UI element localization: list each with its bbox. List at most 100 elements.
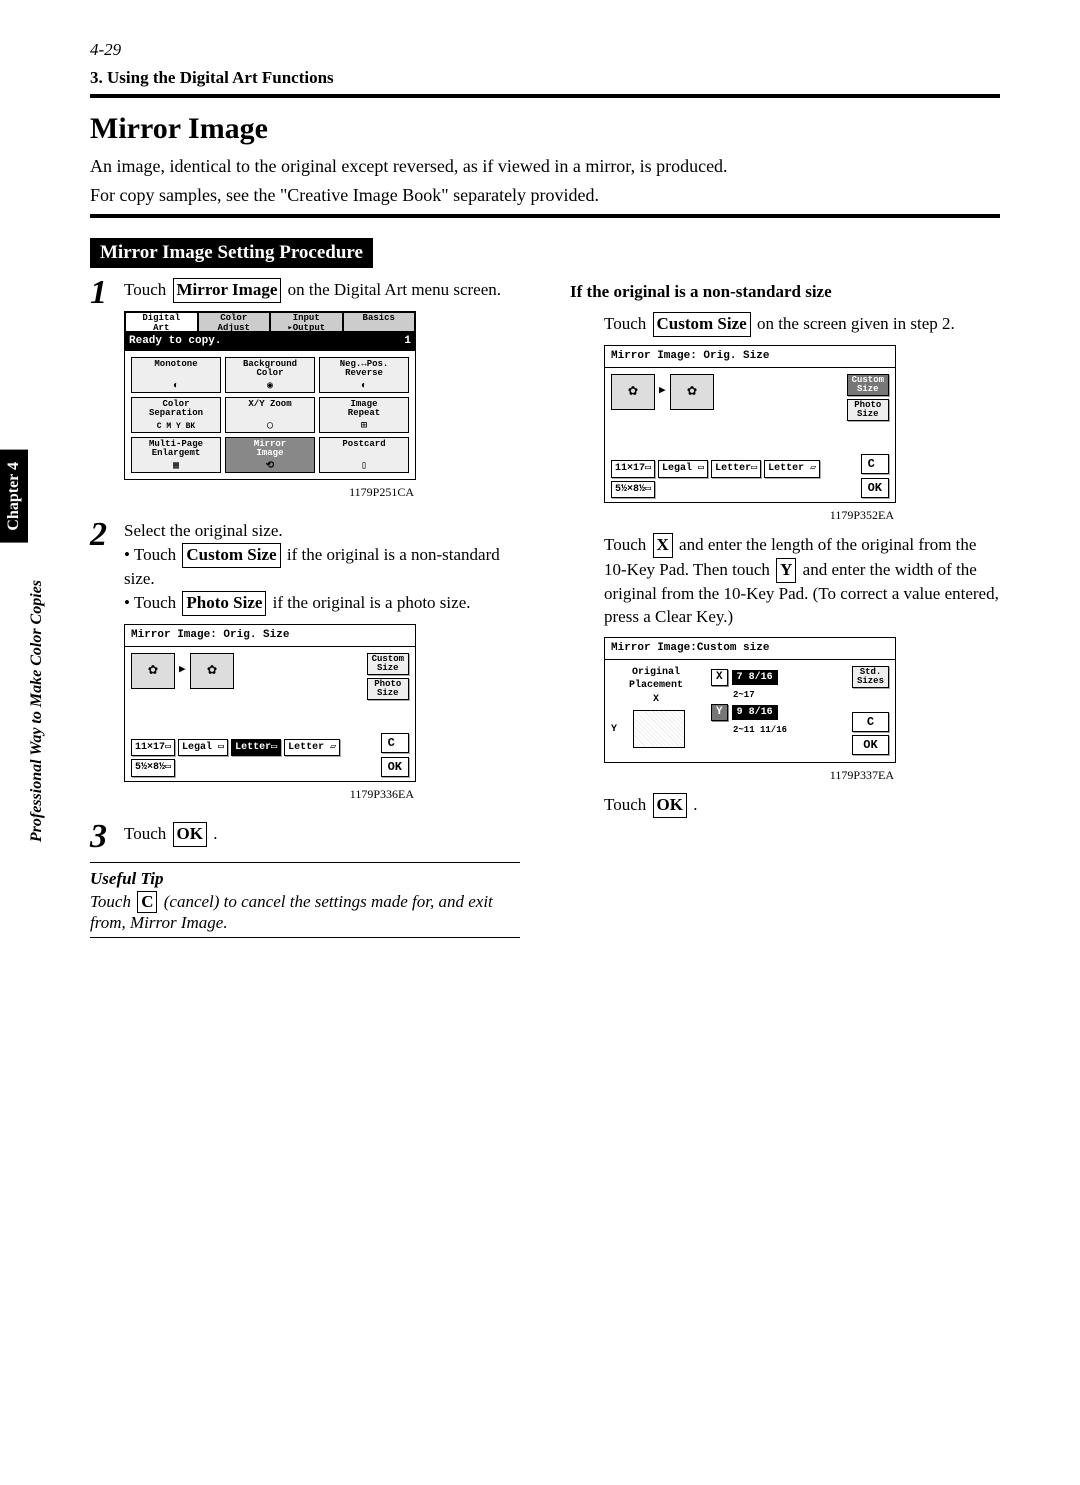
figure-caption: 1179P336EA [124,786,414,802]
screen-title: Mirror Image:Custom size [605,638,895,660]
step-text: on the Digital Art menu screen. [283,280,501,299]
step-number: 1 [90,278,124,510]
step-2: 2 Select the original size. • Touch Cust… [90,520,520,812]
y-range: 2~11 11/16 [733,724,787,736]
intro-text: For copy samples, see the "Creative Imag… [90,185,1000,206]
photo-size-button[interactable]: Photo Size [182,591,266,616]
procedure-header: Mirror Image Setting Procedure [90,238,373,268]
step-1: 1 Touch Mirror Image on the Digital Art … [90,278,520,510]
ok-button[interactable]: OK [852,735,889,755]
size-letter-portrait[interactable]: Letter ▱ [764,460,820,478]
arrow-icon: ▶ [659,384,666,399]
divider [90,94,1000,98]
text: on the screen given in step 2. [753,314,955,333]
size-letter-portrait[interactable]: Letter ▱ [284,739,340,757]
size-11x17[interactable]: 11×17▭ [131,739,175,757]
ok-button[interactable]: OK [381,757,409,777]
size-legal[interactable]: Legal ▭ [658,460,708,478]
size-invoice[interactable]: 5½×8½▭ [131,759,175,777]
preview: ✿ ▶ ✿ [131,653,234,689]
y-button[interactable]: Y [776,558,796,583]
tab-digital-art[interactable]: DigitalArt [125,312,198,332]
page-number: 4-29 [90,40,1000,60]
custom-size-screen: Mirror Image:Custom size OriginalPlaceme… [604,637,896,763]
cancel-button[interactable]: C [381,733,409,753]
multipage-enlarge-button[interactable]: Multi-PageEnlargemt▦ [131,437,221,473]
x-button[interactable]: X [653,533,673,558]
useful-tip-body: Touch C (cancel) to cancel the settings … [90,891,520,933]
text: Touch [604,314,651,333]
custom-size-button[interactable]: Custom Size [653,312,751,337]
figure-caption: 1179P337EA [604,767,894,783]
cancel-button[interactable]: C [137,891,157,913]
step-text: . [209,824,218,843]
screen-title: Mirror Image: Orig. Size [125,625,415,647]
mirror-image-button[interactable]: Mirror Image [173,278,282,303]
ok-button[interactable]: OK [861,478,889,498]
step-text: Touch [124,280,171,299]
status-text: Ready to copy. [129,334,221,349]
tab-color-adjust[interactable]: ColorAdjust [198,312,271,332]
text: . [689,795,698,814]
preview: ✿ ▶ ✿ [611,374,714,410]
custom-size-button[interactable]: CustomSize [847,374,889,396]
step-number: 3 [90,822,124,852]
right-column: If the original is a non-standard size T… [570,278,1000,942]
placement-label: OriginalPlacement [611,666,701,693]
figure-caption: 1179P352EA [604,507,894,523]
image-repeat-button[interactable]: ImageRepeat⊞ [319,397,409,433]
step-text: Touch [124,824,171,843]
screen-title: Mirror Image: Orig. Size [605,346,895,368]
divider [90,937,520,938]
breadcrumb: 3. Using the Digital Art Functions [90,68,1000,88]
mirror-thumb: ✿ [190,653,234,689]
size-invoice[interactable]: 5½×8½▭ [611,481,655,499]
status-num: 1 [404,334,411,349]
text: Touch [604,535,651,554]
y-button[interactable]: Y [711,704,728,721]
x-button[interactable]: X [711,669,728,686]
photo-size-button[interactable]: PhotoSize [367,678,409,700]
chapter-tab: Chapter 4 [0,450,28,543]
ok-button[interactable]: OK [173,822,207,847]
size-11x17[interactable]: 11×17▭ [611,460,655,478]
step-text: if the original is a photo size. [268,593,470,612]
std-sizes-button[interactable]: Std.Sizes [852,666,889,688]
step-text: • Touch [124,593,180,612]
arrow-icon: ▶ [179,663,186,678]
color-separation-button[interactable]: ColorSeparationC M Y BK [131,397,221,433]
original-thumb: ✿ [611,374,655,410]
useful-tip-title: Useful Tip [90,869,520,889]
x-value: 7 8/16 [732,670,778,686]
orig-size-screen-custom: Mirror Image: Orig. Size ✿ ▶ ✿ CustomSiz… [604,345,896,503]
size-letter-landscape[interactable]: Letter▭ [231,739,281,757]
photo-size-button[interactable]: PhotoSize [847,399,889,421]
ok-button[interactable]: OK [653,793,687,818]
postcard-button[interactable]: Postcard▯ [319,437,409,473]
custom-size-button[interactable]: CustomSize [367,653,409,675]
digital-art-menu-screen: DigitalArt ColorAdjust Input▸Output Basi… [124,311,416,480]
monotone-button[interactable]: Monotone◐ [131,357,221,393]
tab-input-output[interactable]: Input▸Output [270,312,343,332]
chapter-side-text: Professional Way to Make Color Copies [28,580,46,842]
step-text: • Touch [124,545,180,564]
custom-size-button[interactable]: Custom Size [182,543,280,568]
size-legal[interactable]: Legal ▭ [178,739,228,757]
step-text: Select the original size. [124,521,283,540]
mirror-image-button[interactable]: MirrorImage⟲ [225,437,315,473]
text: Touch [604,795,651,814]
cancel-button[interactable]: C [861,454,889,474]
figure-caption: 1179P251CA [124,484,414,500]
tab-basics[interactable]: Basics [343,312,416,332]
orig-size-screen: Mirror Image: Orig. Size ✿ ▶ ✿ CustomSiz… [124,624,416,782]
placement-diagram [633,710,685,748]
subheading: If the original is a non-standard size [570,282,1000,302]
original-thumb: ✿ [131,653,175,689]
page-title: Mirror Image [90,112,1000,146]
size-letter-landscape[interactable]: Letter▭ [711,460,761,478]
xy-zoom-button[interactable]: X/Y Zoom◯ [225,397,315,433]
cancel-button[interactable]: C [852,712,889,732]
background-color-button[interactable]: BackgroundColor◉ [225,357,315,393]
neg-pos-reverse-button[interactable]: Neg.↔Pos.Reverse◐ [319,357,409,393]
step-3: 3 Touch OK . [90,822,520,852]
